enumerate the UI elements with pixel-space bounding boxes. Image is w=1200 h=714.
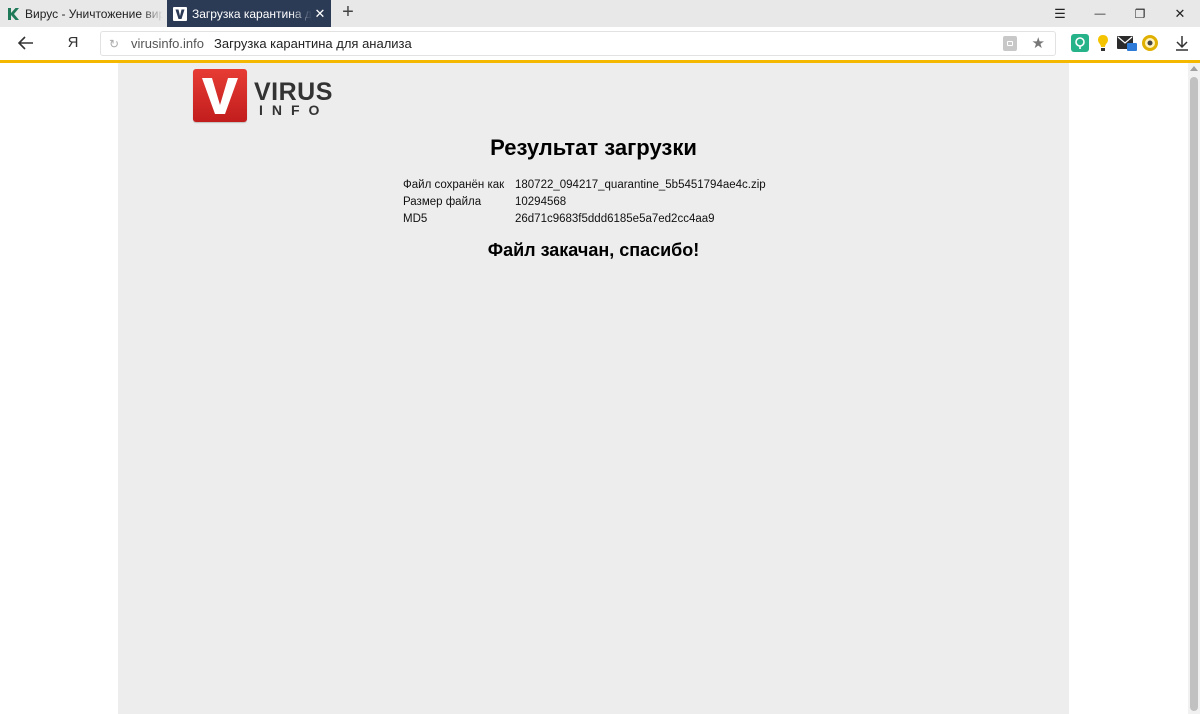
- info-value: 180722_094217_quarantine_5b5451794ae4c.z…: [515, 179, 766, 191]
- address-bar[interactable]: ↻ virusinfo.info Загрузка карантина для …: [100, 31, 1056, 56]
- info-label: MD5: [403, 213, 428, 225]
- downloads-button[interactable]: [1174, 34, 1190, 52]
- logo-word-info: INFO: [259, 102, 329, 118]
- tab-strip: Вирус - Уничтожение вирусов Загрузка кар…: [0, 0, 1200, 27]
- page-viewport: VIRUS INFO Результат загрузки Файл сохра…: [0, 63, 1188, 714]
- bookmark-star-icon[interactable]: ★: [1032, 34, 1045, 52]
- table-row: MD5 26d71c9683f5ddd6185e5a7ed2cc4aa9: [403, 213, 766, 230]
- close-window-button[interactable]: ✕: [1160, 0, 1200, 27]
- tab-close-icon[interactable]: ✕: [312, 6, 328, 22]
- kaspersky-k-icon: [6, 7, 20, 21]
- extension-coin-icon[interactable]: [1141, 34, 1159, 52]
- close-icon: ✕: [1174, 5, 1186, 21]
- extension-bulb-icon[interactable]: [1094, 34, 1112, 52]
- page-title: Результат загрузки: [490, 135, 697, 160]
- table-row: Размер файла 10294568: [403, 196, 766, 213]
- tab-title: Загрузка карантина для анализа: [192, 6, 312, 21]
- table-row: Файл сохранён как 180722_094217_quaranti…: [403, 179, 766, 196]
- tab-virus[interactable]: Вирус - Уничтожение вирусов: [0, 0, 163, 27]
- scrollbar-thumb[interactable]: [1190, 77, 1198, 711]
- extension-lens-icon[interactable]: [1071, 34, 1089, 52]
- back-button[interactable]: [14, 33, 38, 53]
- info-label: Файл сохранён как: [403, 179, 505, 191]
- info-label: Размер файла: [403, 196, 482, 208]
- vertical-scrollbar[interactable]: [1188, 63, 1200, 714]
- hamburger-icon: ☰: [1054, 5, 1066, 21]
- new-tab-button[interactable]: +: [338, 2, 358, 23]
- logo-v-badge: [193, 69, 247, 122]
- minimize-icon: —: [1094, 7, 1106, 20]
- upload-info-table: Файл сохранён как 180722_094217_quaranti…: [403, 179, 766, 230]
- page-content: VIRUS INFO Результат загрузки Файл сохра…: [118, 63, 1069, 714]
- virusinfo-logo[interactable]: VIRUS INFO: [193, 69, 332, 123]
- download-icon: [1176, 36, 1188, 51]
- minimize-button[interactable]: —: [1080, 0, 1120, 27]
- address-domain: virusinfo.info: [131, 36, 204, 51]
- scroll-up-arrow-icon[interactable]: [1190, 66, 1198, 71]
- back-arrow-icon: [17, 36, 33, 50]
- extension-mail-icon[interactable]: [1117, 34, 1137, 52]
- info-value: 26d71c9683f5ddd6185e5a7ed2cc4aa9: [515, 213, 715, 225]
- yandex-button[interactable]: Я: [66, 34, 80, 52]
- browser-toolbar: Я ↻ virusinfo.info Загрузка карантина дл…: [0, 27, 1200, 60]
- protect-lock-icon[interactable]: [1003, 36, 1017, 51]
- address-page-title: Загрузка карантина для анализа: [213, 36, 412, 51]
- virusinfo-v-icon: [173, 6, 187, 21]
- upload-success-message: Файл закачан, спасибо!: [487, 240, 700, 260]
- tab-quarantine-upload[interactable]: Загрузка карантина для анализа ✕: [167, 0, 331, 27]
- info-value: 10294568: [515, 196, 567, 208]
- reload-icon[interactable]: ↻: [107, 37, 121, 51]
- restore-icon: ❐: [1134, 6, 1146, 21]
- tab-title: Вирус - Уничтожение вирусов: [25, 6, 163, 21]
- browser-menu-button[interactable]: ☰: [1040, 0, 1080, 27]
- restore-button[interactable]: ❐: [1120, 0, 1160, 27]
